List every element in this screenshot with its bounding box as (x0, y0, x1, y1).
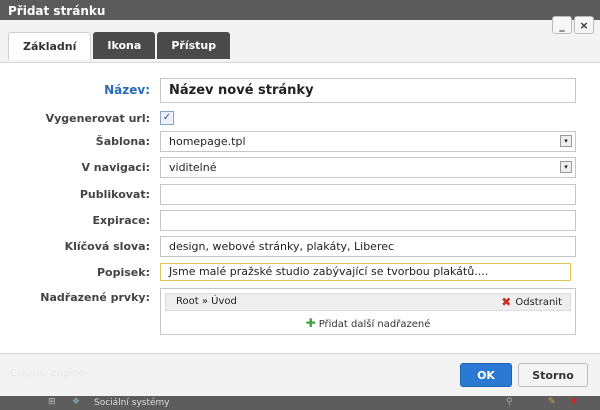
delete-icon[interactable]: ✖ (570, 397, 578, 407)
engine-label: CUQUO engine (10, 368, 85, 379)
label-nadrazene-prvky: Nadřazené prvky: (40, 291, 150, 304)
cancel-button[interactable]: Storno (518, 363, 588, 387)
label-publikovat: Publikovat: (79, 188, 150, 201)
label-v-navigaci: V navigaci: (81, 161, 150, 174)
template-select-value: homepage.tpl (169, 135, 246, 148)
close-button[interactable]: × (574, 16, 594, 34)
parent-items-box: Root » Úvod ✖ Odstranit ✚ Přidat další na… (160, 288, 576, 335)
description-input[interactable]: Jsme malé pražské studio zabývající se t… (160, 263, 571, 281)
form-panel: Název: Název nové stránky Vygenerovat ur… (0, 62, 600, 354)
tab-bar: Základní Ikona Přístup (8, 32, 231, 60)
label-expirace: Expirace: (92, 214, 150, 227)
window-title: Přidat stránku (0, 0, 600, 22)
minimize-button[interactable]: _ (552, 16, 572, 34)
plus-icon: ✚ (305, 316, 316, 330)
edit-icon[interactable]: ✎ (548, 397, 556, 407)
navigation-select-value: viditelné (169, 161, 217, 174)
dialog-controls: _ × (552, 16, 594, 34)
parent-item-path: Root » Úvod (176, 296, 237, 307)
expiration-date-input[interactable] (160, 210, 576, 231)
generate-url-checkbox[interactable]: ✓ (160, 111, 174, 125)
navigation-select[interactable]: viditelné ▾ (160, 157, 576, 178)
keywords-input[interactable]: design, webové stránky, plakáty, Liberec (160, 236, 576, 257)
label-sablona: Šablona: (95, 135, 150, 148)
check-icon: ✓ (162, 112, 172, 123)
label-popisek: Popisek: (97, 266, 150, 279)
remove-parent-label: Odstranit (515, 296, 562, 308)
remove-icon: ✖ (501, 295, 512, 309)
item-icon: ❖ (72, 397, 81, 407)
expand-icon[interactable]: ⊞ (48, 397, 56, 407)
tab-pristup[interactable]: Přístup (157, 32, 231, 59)
add-parent-button[interactable]: ✚ Přidat další nadřazené (161, 316, 575, 330)
remove-parent-button[interactable]: ✖ Odstranit (501, 295, 562, 309)
dialog-footer: CUQUO engine OK Storno (0, 354, 600, 396)
label-klicova-slova: Klíčová slova: (64, 240, 150, 253)
label-nazev: Název: (104, 83, 150, 97)
ok-button[interactable]: OK (460, 363, 512, 387)
background-row-text: Sociální systémy (94, 398, 170, 408)
add-page-dialog: _ × Základní Ikona Přístup Název: Název … (0, 16, 600, 396)
label-vygenerovat-url: Vygenerovat url: (45, 112, 150, 125)
link-icon[interactable]: ⚲ (506, 397, 513, 407)
tab-ikona[interactable]: Ikona (93, 32, 156, 59)
chevron-down-icon: ▾ (560, 161, 572, 173)
background-list-row: ⊞ ❖ Sociální systémy ⚲ ✎ ✖ (0, 396, 600, 410)
template-select[interactable]: homepage.tpl ▾ (160, 131, 576, 152)
add-parent-label: Přidat další nadřazené (318, 319, 431, 330)
parent-item: Root » Úvod ✖ Odstranit (165, 293, 571, 311)
chevron-down-icon: ▾ (560, 135, 572, 147)
tab-zakladni[interactable]: Základní (8, 32, 92, 60)
publish-date-input[interactable] (160, 184, 576, 205)
title-input[interactable]: Název nové stránky (160, 78, 576, 103)
